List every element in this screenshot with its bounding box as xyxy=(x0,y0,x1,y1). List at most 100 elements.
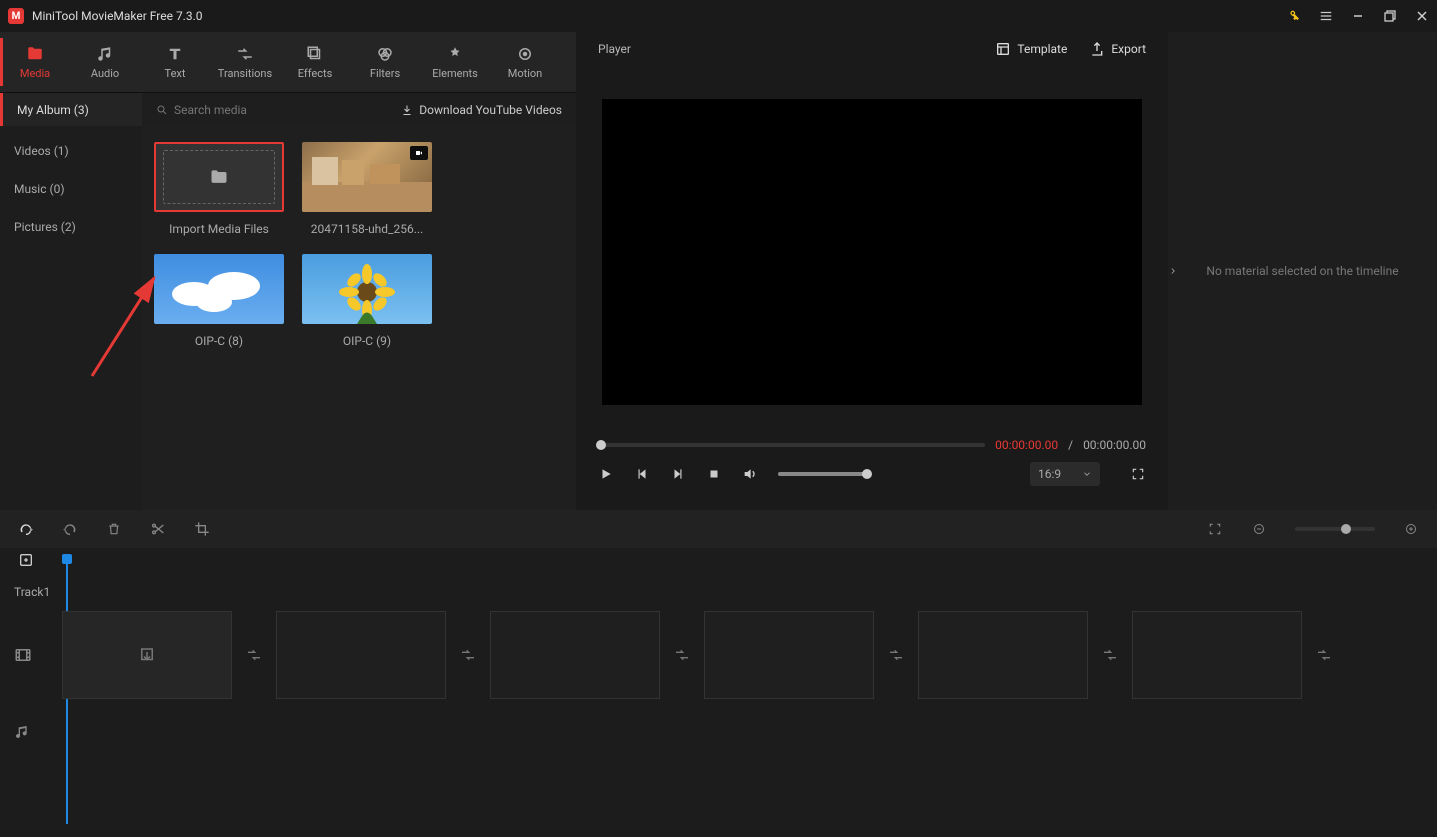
folder-icon xyxy=(25,45,45,63)
media-thumb[interactable] xyxy=(302,254,432,324)
sidebar-item-music[interactable]: Music (0) xyxy=(0,170,142,208)
search-input[interactable] xyxy=(174,103,314,117)
video-badge-icon xyxy=(410,146,428,160)
chevron-right-icon[interactable] xyxy=(1168,264,1178,278)
transition-slot[interactable] xyxy=(660,611,704,699)
menu-icon[interactable] xyxy=(1319,9,1333,23)
tab-effects[interactable]: Effects xyxy=(280,32,350,92)
transition-slot[interactable] xyxy=(874,611,918,699)
tab-motion[interactable]: Motion xyxy=(490,32,560,92)
media-label: OIP-C (8) xyxy=(154,334,284,348)
video-track[interactable] xyxy=(0,608,1437,702)
tab-elements[interactable]: Elements xyxy=(420,32,490,92)
transition-slot[interactable] xyxy=(1088,611,1132,699)
tab-label: Motion xyxy=(508,67,543,80)
effects-icon xyxy=(306,45,324,63)
clip-slot[interactable] xyxy=(490,611,660,699)
playhead[interactable] xyxy=(62,554,72,564)
transition-icon xyxy=(236,45,254,63)
zoom-in-button[interactable] xyxy=(1403,521,1419,537)
preview-area xyxy=(582,66,1162,430)
media-label: OIP-C (9) xyxy=(302,334,432,348)
sidebar-item-videos[interactable]: Videos (1) xyxy=(0,132,142,170)
fullscreen-button[interactable] xyxy=(1130,466,1146,482)
stop-button[interactable] xyxy=(706,466,722,482)
template-button[interactable]: Template xyxy=(995,41,1067,57)
properties-panel: No material selected on the timeline xyxy=(1168,32,1437,510)
seek-slider[interactable] xyxy=(598,443,985,447)
clip-slot[interactable] xyxy=(62,611,232,699)
next-button[interactable] xyxy=(670,466,686,482)
fit-button[interactable] xyxy=(1207,521,1223,537)
preview-screen[interactable] xyxy=(602,99,1142,405)
tab-label: Effects xyxy=(298,67,333,80)
elements-icon xyxy=(446,45,464,63)
tab-label: Media xyxy=(20,67,50,80)
tab-filters[interactable]: Filters xyxy=(350,32,420,92)
aspect-ratio-select[interactable]: 16:9 xyxy=(1030,462,1100,486)
empty-state-text: No material selected on the timeline xyxy=(1206,264,1398,278)
maximize-button[interactable] xyxy=(1383,9,1397,23)
media-category-list: Videos (1) Music (0) Pictures (2) xyxy=(0,126,142,510)
split-button[interactable] xyxy=(150,521,166,537)
redo-button[interactable] xyxy=(62,521,78,537)
motion-icon xyxy=(516,45,534,63)
import-label: Import Media Files xyxy=(154,222,284,236)
minimize-button[interactable] xyxy=(1351,9,1365,23)
media-grid: Import Media Files 20471158-uhd_256... O… xyxy=(142,126,576,510)
prev-button[interactable] xyxy=(634,466,650,482)
delete-button[interactable] xyxy=(106,521,122,537)
title-bar: M MiniTool MovieMaker Free 7.3.0 xyxy=(0,0,1437,32)
zoom-out-button[interactable] xyxy=(1251,521,1267,537)
tab-media[interactable]: Media xyxy=(0,32,70,92)
track-label: Track1 xyxy=(0,576,1437,608)
timeline-toolbar xyxy=(0,510,1437,548)
export-button[interactable]: Export xyxy=(1089,41,1146,57)
tab-text[interactable]: Text xyxy=(140,32,210,92)
time-total: 00:00:00.00 xyxy=(1083,438,1146,452)
undo-button[interactable] xyxy=(18,521,34,537)
audio-track-icon xyxy=(14,724,50,740)
tab-audio[interactable]: Audio xyxy=(70,32,140,92)
key-icon[interactable] xyxy=(1287,9,1301,23)
crop-button[interactable] xyxy=(194,521,210,537)
template-icon xyxy=(995,41,1011,57)
volume-icon[interactable] xyxy=(742,466,758,482)
tab-label: Filters xyxy=(370,67,400,80)
folder-icon xyxy=(208,167,230,187)
tab-label: Text xyxy=(165,67,186,80)
download-icon xyxy=(401,104,413,116)
import-media-button[interactable] xyxy=(154,142,284,212)
tab-label: Audio xyxy=(91,67,119,80)
transition-slot[interactable] xyxy=(446,611,490,699)
tab-transitions[interactable]: Transitions xyxy=(210,32,280,92)
clip-slot[interactable] xyxy=(1132,611,1302,699)
app-title: MiniTool MovieMaker Free 7.3.0 xyxy=(32,9,203,23)
album-tab[interactable]: My Album (3) xyxy=(0,93,142,127)
media-label: 20471158-uhd_256... xyxy=(302,222,432,236)
clip-slot[interactable] xyxy=(276,611,446,699)
close-button[interactable] xyxy=(1415,9,1429,23)
download-youtube-button[interactable]: Download YouTube Videos xyxy=(401,103,576,117)
audio-track[interactable] xyxy=(0,702,1437,762)
media-thumb[interactable] xyxy=(302,142,432,212)
export-icon xyxy=(1089,41,1105,57)
zoom-slider[interactable] xyxy=(1295,527,1375,531)
media-subbar: My Album (3) Download YouTube Videos xyxy=(0,92,576,126)
clip-slot[interactable] xyxy=(918,611,1088,699)
clip-slot[interactable] xyxy=(704,611,874,699)
download-label: Download YouTube Videos xyxy=(419,103,562,117)
add-track-button[interactable] xyxy=(18,552,34,568)
play-button[interactable] xyxy=(598,466,614,482)
media-thumb[interactable] xyxy=(154,254,284,324)
search-icon xyxy=(156,104,168,116)
transition-slot[interactable] xyxy=(232,611,276,699)
player-title: Player xyxy=(598,42,631,56)
transition-slot[interactable] xyxy=(1302,611,1346,699)
music-icon xyxy=(96,45,114,63)
filters-icon xyxy=(376,45,394,63)
volume-slider[interactable] xyxy=(778,472,868,476)
sidebar-item-pictures[interactable]: Pictures (2) xyxy=(0,208,142,246)
text-icon xyxy=(166,45,184,63)
tab-label: Transitions xyxy=(218,67,272,80)
